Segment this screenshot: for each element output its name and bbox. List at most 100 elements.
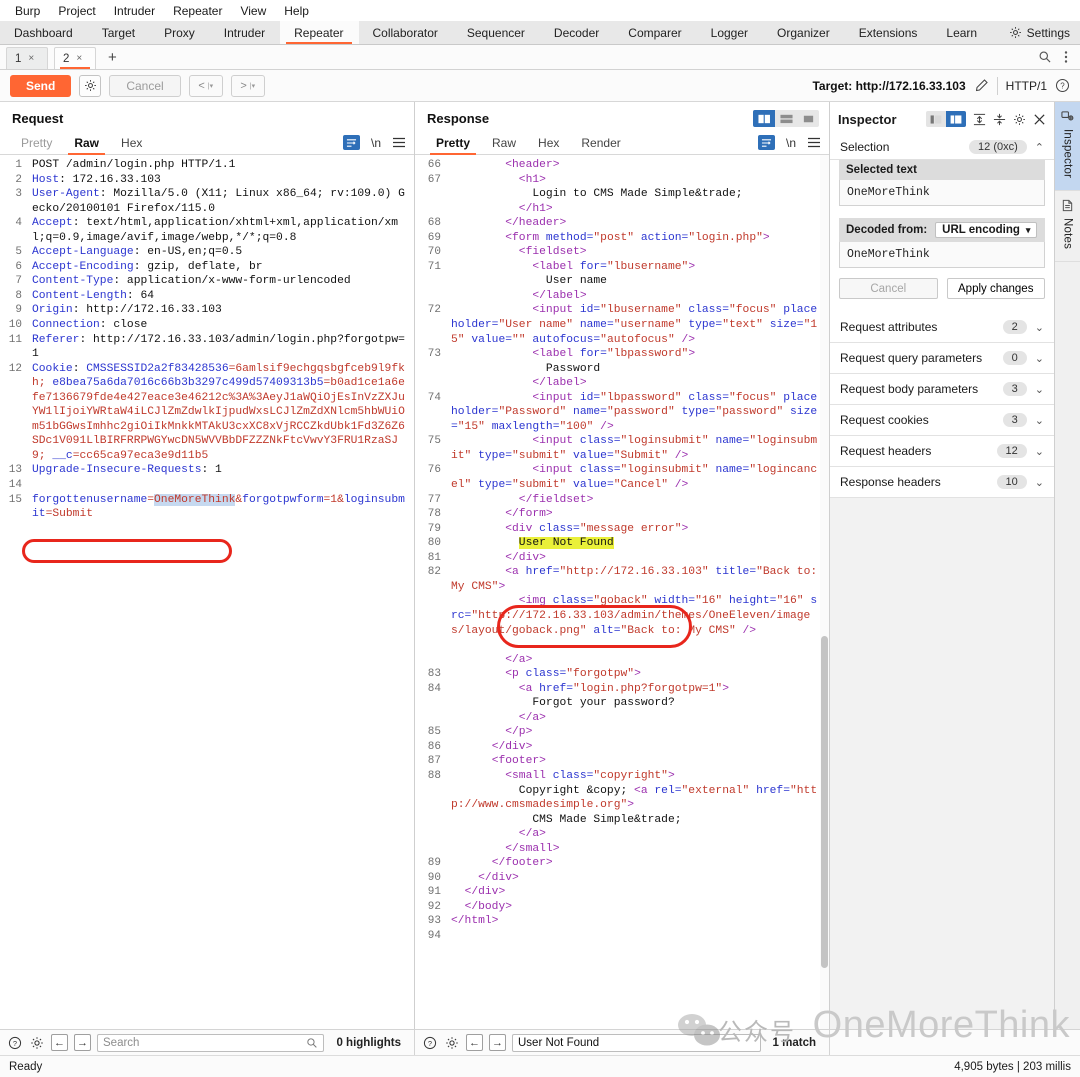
close-icon[interactable] [1033, 113, 1046, 126]
history-back-button[interactable]: < |▾ [188, 74, 223, 97]
chevron-down-icon[interactable]: ⌄ [1035, 383, 1044, 396]
back-dropdown-arrow[interactable]: |▾ [208, 82, 213, 90]
selected-text-value[interactable]: OneMoreThink [839, 180, 1045, 206]
chevron-down-icon[interactable]: ⌄ [1035, 445, 1044, 458]
request-code[interactable]: POST /admin/login.php HTTP/1.1 Host: 172.… [26, 155, 414, 1029]
tab-collaborator[interactable]: Collaborator [359, 21, 453, 44]
tab-intruder[interactable]: Intruder [210, 21, 280, 44]
response-search-next-button[interactable]: → [489, 1034, 506, 1051]
chevron-down-icon[interactable]: ⌄ [1035, 414, 1044, 427]
response-tab-render[interactable]: Render [570, 131, 631, 155]
send-button[interactable]: Send [10, 74, 72, 97]
tab-proxy[interactable]: Proxy [150, 21, 210, 44]
response-search-prev-button[interactable]: ← [466, 1034, 483, 1051]
history-forward-button[interactable]: > |▾ [230, 74, 265, 97]
code-token: : text/html,application/xhtml+xml,applic… [32, 217, 399, 244]
request-editor[interactable]: 123.4.567891011.12......131415. POST /ad… [0, 155, 414, 1029]
forward-dropdown-arrow[interactable]: |▾ [250, 82, 255, 90]
tab-learn[interactable]: Learn [932, 21, 992, 44]
layout-stacked-button[interactable] [775, 110, 797, 127]
send-options-gear-icon[interactable] [79, 74, 102, 97]
menu-item-repeater[interactable]: Repeater [164, 2, 231, 20]
inspector-settings-gear-icon[interactable] [1013, 113, 1026, 126]
chevron-down-icon[interactable]: ⌄ [1035, 352, 1044, 365]
word-wrap-icon[interactable] [342, 135, 360, 150]
rail-tab-notes[interactable]: Notes [1054, 191, 1080, 263]
request-tab-hex[interactable]: Hex [110, 131, 153, 155]
inspector-apply-changes-button[interactable]: Apply changes [946, 278, 1045, 299]
close-icon[interactable]: × [76, 53, 82, 64]
inspector-section-request-cookies[interactable]: Request cookies 3 ⌄ [830, 405, 1054, 436]
request-search-prev-button[interactable]: ← [51, 1034, 68, 1051]
layout-single-button[interactable] [797, 110, 819, 127]
request-search-next-button[interactable]: → [74, 1034, 91, 1051]
help-icon[interactable]: ? [1055, 78, 1070, 93]
menu-item-burp[interactable]: Burp [6, 2, 49, 20]
show-newlines-icon[interactable]: \n [786, 136, 796, 150]
repeater-tab-2[interactable]: 2 × [54, 47, 96, 69]
inspector-section-request-headers[interactable]: Request headers 12 ⌄ [830, 436, 1054, 467]
menu-item-help[interactable]: Help [275, 2, 318, 20]
tab-logger[interactable]: Logger [697, 21, 763, 44]
response-search-settings-gear-icon[interactable] [444, 1034, 460, 1051]
inspector-dock-left-button[interactable] [926, 111, 946, 127]
expand-all-icon[interactable] [973, 113, 986, 126]
response-tab-hex[interactable]: Hex [527, 131, 570, 155]
menu-item-intruder[interactable]: Intruder [105, 2, 164, 20]
new-repeater-tab-button[interactable]: + [96, 45, 129, 69]
close-icon[interactable]: × [28, 53, 34, 64]
show-newlines-icon[interactable]: \n [371, 136, 381, 150]
tab-decoder[interactable]: Decoder [540, 21, 614, 44]
response-scrollbar[interactable] [820, 155, 829, 1029]
request-search-settings-gear-icon[interactable] [29, 1034, 45, 1051]
inspector-section-request-query-parameters[interactable]: Request query parameters 0 ⌄ [830, 343, 1054, 374]
request-tab-raw[interactable]: Raw [63, 131, 110, 155]
tab-dashboard[interactable]: Dashboard [0, 21, 88, 44]
inspector-section-request-attributes[interactable]: Request attributes 2 ⌄ [830, 312, 1054, 343]
settings-button[interactable]: Settings [999, 21, 1080, 44]
response-tab-pretty[interactable]: Pretty [425, 131, 481, 155]
response-menu-icon[interactable] [807, 137, 821, 148]
cancel-button[interactable]: Cancel [109, 74, 181, 97]
menu-item-view[interactable]: View [231, 2, 275, 20]
repeater-tab-1[interactable]: 1 × [6, 47, 48, 69]
request-tab-pretty[interactable]: Pretty [10, 131, 63, 155]
tab-organizer[interactable]: Organizer [763, 21, 845, 44]
response-code[interactable]: <header> <h1> Login to CMS Made Simple&t… [445, 155, 829, 1029]
tab-comparer[interactable]: Comparer [614, 21, 696, 44]
inspector-section-request-body-parameters[interactable]: Request body parameters 3 ⌄ [830, 374, 1054, 405]
chevron-up-icon[interactable]: ⌃ [1035, 141, 1044, 154]
response-help-icon[interactable]: ? [422, 1034, 438, 1051]
inspector-cancel-button[interactable]: Cancel [839, 278, 938, 299]
request-menu-icon[interactable] [392, 137, 406, 148]
line-number: 85 [427, 726, 441, 739]
tab-sequencer[interactable]: Sequencer [453, 21, 540, 44]
tab-extensions[interactable]: Extensions [845, 21, 933, 44]
word-wrap-icon[interactable] [757, 135, 775, 150]
response-search-input[interactable]: User Not Found [512, 1033, 761, 1052]
inspector-dock-right-button[interactable] [946, 111, 966, 127]
collapse-all-icon[interactable] [993, 113, 1006, 126]
section-label: Request attributes [840, 320, 938, 334]
code-token: : http://172.16.33.103/admin/login.php?f… [32, 333, 405, 361]
tab-target[interactable]: Target [88, 21, 150, 44]
response-editor[interactable]: 6667..68697071..72..73..74..75.76.777879… [415, 155, 829, 1029]
menu-item-project[interactable]: Project [49, 2, 104, 20]
tab-repeater[interactable]: Repeater [280, 21, 359, 44]
chevron-down-icon[interactable]: ⌄ [1035, 321, 1044, 334]
inspector-selection-row[interactable]: Selection 12 (0xc) ⌃ [830, 135, 1054, 160]
response-scrollbar-thumb[interactable] [821, 635, 828, 968]
edit-pencil-icon[interactable] [974, 78, 989, 93]
response-tab-raw[interactable]: Raw [481, 131, 527, 155]
rail-tab-inspector[interactable]: Inspector [1054, 102, 1080, 192]
inspector-section-response-headers[interactable]: Response headers 10 ⌄ [830, 467, 1054, 498]
decoded-value[interactable]: OneMoreThink [839, 242, 1045, 268]
layout-side-by-side-button[interactable] [753, 110, 775, 127]
overflow-menu-icon[interactable] [1064, 50, 1068, 64]
request-search-input[interactable]: Search [97, 1033, 325, 1052]
decoded-from-select[interactable]: URL encoding ▾ [935, 222, 1038, 238]
search-icon[interactable] [1038, 50, 1052, 64]
request-help-icon[interactable]: ? [7, 1034, 23, 1051]
chevron-down-icon[interactable]: ⌄ [1035, 476, 1044, 489]
